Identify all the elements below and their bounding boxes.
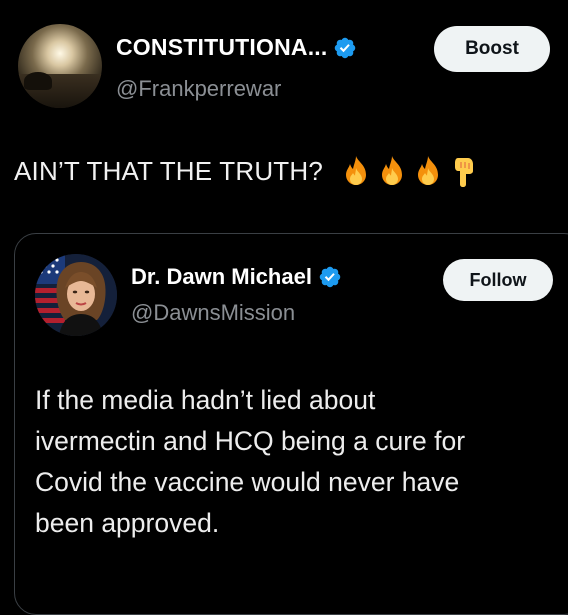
quoted-author-display-name[interactable]: Dr. Dawn Michael	[131, 264, 312, 290]
follow-button[interactable]: Follow	[443, 259, 553, 301]
quoted-text-line: been approved.	[35, 508, 220, 538]
quoted-text-line: If the media hadn’t lied about	[35, 385, 376, 415]
author-handle[interactable]: @Frankperrewar	[116, 76, 281, 102]
quoted-text-line: Covid the vaccine would never have	[35, 467, 460, 497]
quoted-author-handle[interactable]: @DawnsMission	[131, 300, 295, 326]
fire-emoji-icon	[418, 156, 439, 185]
post-text-content: AIN’T THAT THE TRUTH?	[14, 155, 324, 186]
quoted-post-text: If the media hadn’t lied about ivermecti…	[35, 380, 555, 544]
boost-button[interactable]: Boost	[434, 26, 550, 72]
author-display-name[interactable]: CONSTITUTIONA...	[116, 34, 327, 61]
quoted-author-avatar[interactable]	[35, 254, 117, 336]
verified-badge-icon	[335, 37, 356, 58]
quoted-post-card[interactable]: Dr. Dawn Michael @DawnsMission Follow If…	[14, 233, 568, 615]
avatar-portrait-icon	[35, 254, 117, 336]
pointing-down-emoji-icon	[455, 158, 474, 187]
author-name-row: CONSTITUTIONA...	[116, 34, 357, 61]
post-card: CONSTITUTIONA... @Frankperrewar Boost AI…	[0, 0, 568, 615]
post-header: CONSTITUTIONA... @Frankperrewar Boost	[16, 18, 552, 108]
quoted-text-line: ivermectin and HCQ being a cure for	[35, 426, 466, 456]
fire-emoji-icon	[382, 156, 403, 185]
fire-emoji-icon	[346, 156, 367, 185]
verified-badge-icon	[319, 266, 341, 288]
author-avatar[interactable]	[18, 24, 102, 108]
post-text: AIN’T THAT THE TRUTH?	[14, 154, 479, 188]
avatar-trees	[24, 72, 52, 90]
quoted-author-name-row: Dr. Dawn Michael	[131, 264, 342, 290]
